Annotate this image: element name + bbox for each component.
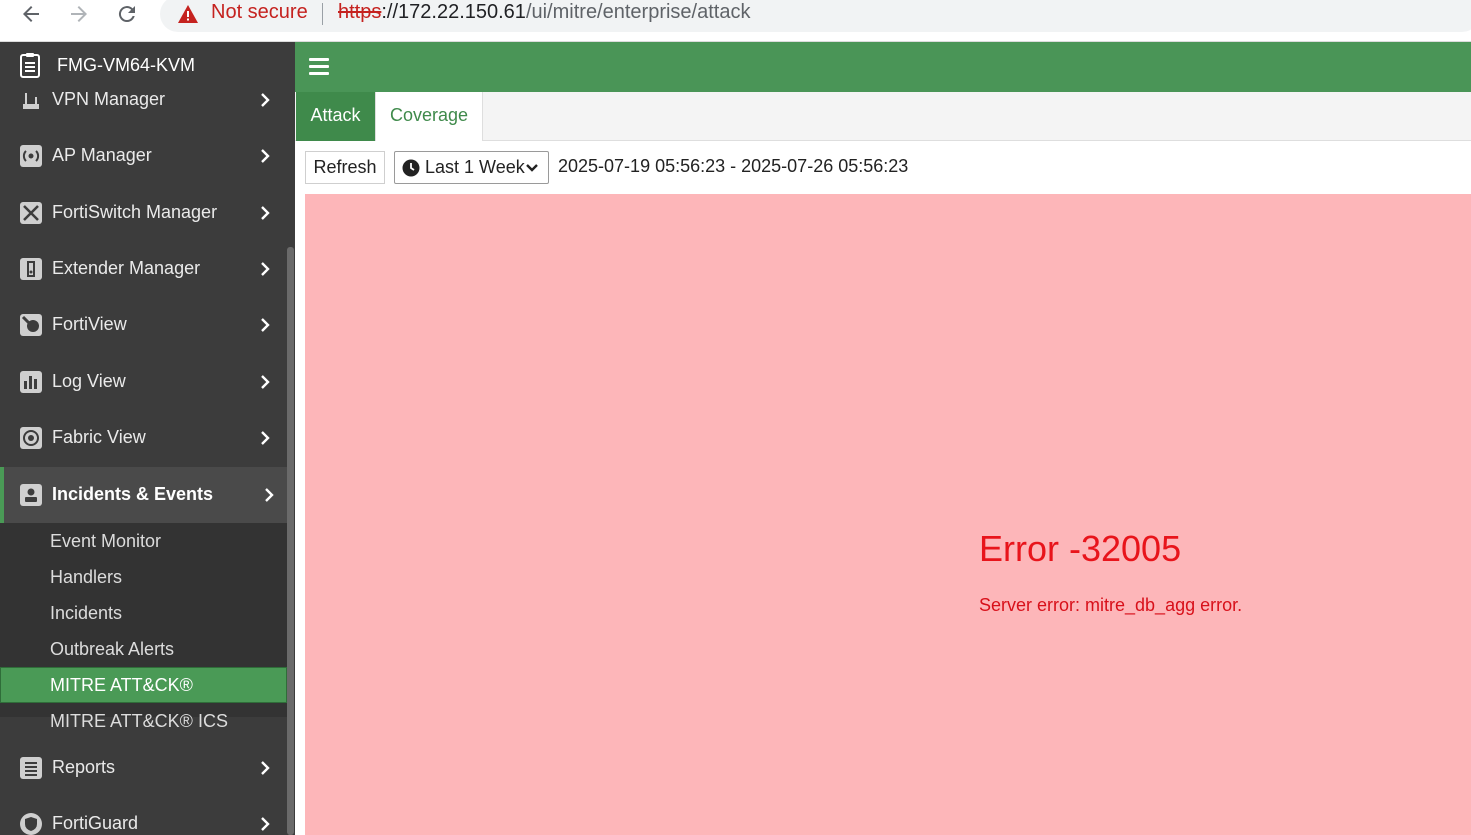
vpn-icon <box>20 89 42 111</box>
sidebar-item-fabric-view[interactable]: Fabric View <box>0 410 287 466</box>
incidents-events-submenu: Event Monitor Handlers Incidents Outbrea… <box>0 523 287 731</box>
reports-icon <box>20 757 42 779</box>
not-secure-label: Not secure <box>211 1 308 23</box>
tab-coverage[interactable]: Coverage <box>375 92 483 142</box>
reload-icon[interactable] <box>115 2 139 26</box>
tab-attack[interactable]: Attack <box>296 92 375 141</box>
sidebar-item-fortiview[interactable]: FortiView <box>0 297 287 353</box>
hamburger-menu-icon[interactable] <box>309 58 329 76</box>
clock-icon <box>402 159 420 177</box>
chevron-right-icon <box>261 149 270 163</box>
sidebar-item-log-view[interactable]: Log View <box>0 354 287 410</box>
sidebar-item-label: FortiSwitch Manager <box>52 202 218 222</box>
bar-chart-icon <box>20 371 42 393</box>
chevron-right-icon <box>261 262 270 276</box>
sidebar-subitem-label: MITRE ATT&CK® ICS <box>50 711 228 731</box>
forward-arrow-icon[interactable] <box>67 2 91 26</box>
sidebar-subitem-mitre-attack-ics[interactable]: MITRE ATT&CK® ICS <box>0 703 287 739</box>
toolbar: Refresh Last 1 Week 2025-07-19 05:56:23 … <box>295 141 1471 194</box>
url-path: /ui/mitre/enterprise/attack <box>525 1 751 23</box>
extender-icon <box>20 258 42 280</box>
error-title: Error -32005 <box>979 528 1182 569</box>
chevron-right-icon <box>261 93 270 107</box>
sidebar-subitem-label: Handlers <box>50 567 123 587</box>
sidebar-subitem-incidents[interactable]: Incidents <box>0 595 287 631</box>
chevron-right-icon <box>261 375 270 389</box>
sidebar-item-fortiguard[interactable]: FortiGuard <box>0 796 287 835</box>
sidebar-subitem-event-monitor[interactable]: Event Monitor <box>0 523 287 559</box>
sidebar-item-label: FortiView <box>52 314 127 334</box>
switch-icon <box>20 202 42 224</box>
sidebar-item-reports[interactable]: Reports <box>0 740 287 796</box>
sidebar-subitem-outbreak-alerts[interactable]: Outbreak Alerts <box>0 631 287 667</box>
fortiview-icon <box>20 314 42 336</box>
back-arrow-icon[interactable] <box>19 2 43 26</box>
browser-toolbar: Not secure https://172.22.150.61/ui/mitr… <box>0 0 1471 42</box>
omnibox-divider <box>322 3 323 25</box>
url-text[interactable]: https://172.22.150.61/ui/mitre/enterpris… <box>338 1 750 24</box>
sidebar-scrollbar[interactable] <box>287 247 294 835</box>
url-scheme: https <box>338 1 382 23</box>
sidebar-item-label: Incidents & Events <box>52 484 214 504</box>
incidents-icon <box>20 484 42 506</box>
error-panel: Error -32005 Server error: mitre_db_agg … <box>305 194 1471 835</box>
chevron-right-icon <box>261 817 270 831</box>
shield-icon <box>20 813 42 835</box>
tab-bar: Attack Coverage <box>295 92 1471 142</box>
chevron-down-icon <box>526 164 538 172</box>
sidebar-item-incidents-events[interactable]: Incidents & Events <box>0 467 287 523</box>
sidebar-subitem-label: MITRE ATT&CK® <box>50 675 193 695</box>
sidebar-item-vpn-manager[interactable]: VPN Manager <box>0 72 287 128</box>
sidebar-item-label: Extender Manager <box>52 258 201 278</box>
chevron-right-icon <box>261 761 270 775</box>
wifi-icon <box>20 145 42 167</box>
sidebar-item-extender-manager[interactable]: Extender Manager <box>0 241 287 297</box>
sidebar-item-label: VPN Manager <box>52 89 166 109</box>
sidebar-item-label: Fabric View <box>52 427 146 447</box>
refresh-button[interactable]: Refresh <box>305 151 385 184</box>
chevron-right-icon <box>261 206 270 220</box>
sidebar-item-label: Log View <box>52 371 126 391</box>
sidebar-item-fortiswitch-manager[interactable]: FortiSwitch Manager <box>0 185 287 241</box>
date-range-label: 2025-07-19 05:56:23 - 2025-07-26 05:56:2… <box>558 156 909 176</box>
fabric-icon <box>20 427 42 449</box>
sidebar-subitem-label: Incidents <box>50 603 123 623</box>
main-header <box>295 42 1471 92</box>
sidebar-subitem-label: Outbreak Alerts <box>50 639 175 659</box>
sidebar-subitem-mitre-attack[interactable]: MITRE ATT&CK® <box>0 667 287 703</box>
sidebar-item-label: FortiGuard <box>52 813 139 833</box>
chevron-right-icon <box>261 318 270 332</box>
warning-triangle-icon <box>178 5 198 23</box>
chevron-right-icon <box>261 431 270 445</box>
address-bar[interactable]: Not secure https://172.22.150.61/ui/mitr… <box>160 0 1471 32</box>
chevron-right-icon <box>265 488 274 502</box>
url-host: ://172.22.150.61 <box>381 1 526 23</box>
time-range-select[interactable]: Last 1 Week <box>394 151 549 184</box>
sidebar: FMG-VM64-KVM VPN Manager AP Manager Fort… <box>0 42 295 835</box>
sidebar-subitem-handlers[interactable]: Handlers <box>0 559 287 595</box>
sidebar-subitem-label: Event Monitor <box>50 531 162 551</box>
sidebar-item-label: Reports <box>52 757 116 777</box>
sidebar-item-ap-manager[interactable]: AP Manager <box>0 128 287 184</box>
time-range-value: Last 1 Week <box>425 157 525 177</box>
sidebar-item-label: AP Manager <box>52 145 152 165</box>
error-message: Server error: mitre_db_agg error. <box>979 595 1243 615</box>
